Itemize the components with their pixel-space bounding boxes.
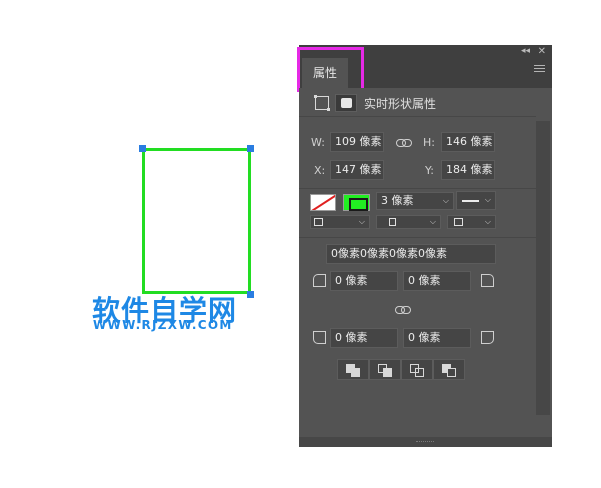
stroke-align-dropdown[interactable]: ⌵: [310, 215, 370, 229]
fill-swatch[interactable]: [310, 194, 336, 211]
width-field[interactable]: 109 像素: [330, 132, 384, 152]
divider: [299, 188, 536, 189]
collapse-icon[interactable]: ◂◂: [521, 45, 530, 58]
panel-content: 实时形状属性 W: 109 像素 H: 146 像素 X: 147 像素 Y: …: [299, 88, 552, 447]
height-field[interactable]: 146 像素: [441, 132, 495, 152]
bottom-right-radius-field[interactable]: 0 像素: [403, 328, 471, 348]
stroke-width-dropdown[interactable]: 3 像素 ⌵: [376, 192, 454, 210]
x-label: X:: [314, 164, 326, 177]
corner-radius-combined-field[interactable]: 0像素0像素0像素0像素: [326, 244, 496, 264]
link-corners-icon[interactable]: [395, 305, 411, 315]
top-right-corner-icon: [481, 274, 494, 287]
stroke-swatch[interactable]: [343, 194, 370, 211]
chevron-down-icon: ⌵: [358, 217, 365, 226]
stroke-width-value: 3 像素: [381, 194, 414, 207]
stroke-join-dropdown[interactable]: ⌵: [447, 215, 496, 229]
chevron-down-icon: ⌵: [484, 217, 491, 226]
scrollbar[interactable]: [536, 121, 550, 415]
top-right-radius-field[interactable]: 0 像素: [403, 271, 471, 291]
bottom-left-corner-icon: [313, 331, 326, 344]
subtract-front-button[interactable]: [369, 359, 401, 380]
intersect-shapes-button[interactable]: [401, 359, 433, 380]
y-field[interactable]: 184 像素: [441, 160, 495, 180]
live-shape-icon[interactable]: [314, 95, 330, 111]
watermark-url: WWW.RJZXW.COM: [93, 318, 233, 332]
stroke-style-dropdown[interactable]: ⌵: [456, 191, 496, 210]
properties-panel: ◂◂ ✕ 属性 实时形状属性 W: 109 像素 H: 146 像素 X: 14…: [297, 45, 552, 447]
y-label: Y:: [425, 164, 434, 177]
stroke-join-icon: [454, 218, 463, 226]
stroke-cap-icon: [389, 218, 396, 226]
x-field[interactable]: 147 像素: [330, 160, 384, 180]
stroke-cap-dropdown[interactable]: ⌵: [376, 215, 441, 229]
bottom-left-radius-field[interactable]: 0 像素: [330, 328, 398, 348]
shape-properties-title: 实时形状属性: [364, 97, 437, 111]
divider: [299, 237, 536, 238]
transform-handle-top-right[interactable]: [247, 145, 254, 152]
transform-handle-top-left[interactable]: [139, 145, 146, 152]
link-dimensions-icon[interactable]: [396, 138, 412, 148]
top-left-radius-field[interactable]: 0 像素: [330, 271, 398, 291]
resize-grip-icon[interactable]: [416, 441, 434, 443]
width-label: W:: [311, 136, 325, 149]
chevron-down-icon: ⌵: [429, 217, 436, 226]
chevron-down-icon: ⌵: [442, 196, 449, 205]
divider: [299, 116, 536, 117]
stroke-align-icon: [314, 218, 323, 226]
height-label: H:: [423, 136, 435, 149]
mask-icon[interactable]: [335, 94, 357, 112]
panel-menu-icon[interactable]: [534, 65, 545, 75]
combine-shapes-button[interactable]: [337, 359, 369, 380]
top-left-corner-icon: [313, 274, 326, 287]
exclude-overlap-button[interactable]: [433, 359, 465, 380]
rectangle-shape[interactable]: [142, 148, 251, 294]
tab-highlight-box: [297, 47, 364, 92]
bottom-right-corner-icon: [481, 331, 494, 344]
transform-handle-bottom-right[interactable]: [247, 291, 254, 298]
close-icon[interactable]: ✕: [538, 45, 546, 58]
chevron-down-icon: ⌵: [484, 195, 491, 204]
